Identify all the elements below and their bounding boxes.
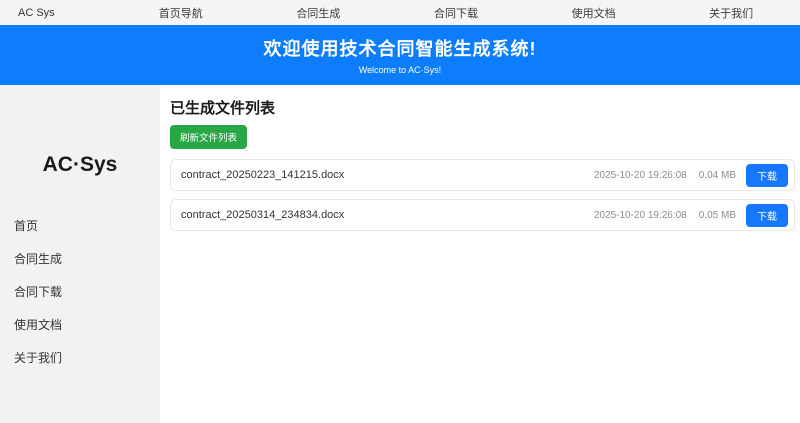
main-content: 已生成文件列表 刷新文件列表 contract_20250223_141215.… [160, 85, 800, 423]
banner-title: 欢迎使用技术合同智能生成系统! [263, 39, 537, 59]
file-row: contract_20250314_234834.docx 2025-10-20… [170, 199, 795, 231]
welcome-banner: 欢迎使用技术合同智能生成系统! Welcome to AC·Sys! [0, 25, 800, 85]
page-title: 已生成文件列表 [170, 100, 276, 117]
top-navbar: AC Sys 首页导航 合同生成 合同下载 使用文档 关于我们 [0, 0, 800, 25]
nav-item-download[interactable]: 合同下载 [387, 5, 525, 21]
file-name: contract_20250314_234834.docx [181, 209, 345, 221]
sidebar-logo: AC·Sys [42, 153, 118, 176]
navbar-brand[interactable]: AC Sys [0, 7, 112, 19]
file-row: contract_20250223_141215.docx 2025-10-20… [170, 159, 795, 191]
nav-item-docs[interactable]: 使用文档 [525, 5, 663, 21]
file-timestamp: 2025-10-20 19:26:08 [593, 169, 687, 181]
sidebar-item-generate[interactable]: 合同生成 [0, 242, 160, 275]
nav-item-generate[interactable]: 合同生成 [250, 5, 388, 21]
file-size: 0.05 MB [698, 209, 736, 221]
generated-file-list: contract_20250223_141215.docx 2025-10-20… [170, 159, 795, 231]
sidebar-menu: 首页 合同生成 合同下载 使用文档 关于我们 [0, 209, 160, 374]
file-size: 0.04 MB [698, 169, 736, 181]
content-layout: AC·Sys 首页 合同生成 合同下载 使用文档 关于我们 已生成文件列表 刷新… [0, 85, 800, 423]
banner-subtitle: Welcome to AC·Sys! [358, 65, 442, 75]
sidebar-item-about[interactable]: 关于我们 [0, 341, 160, 374]
download-button[interactable]: 下载 [746, 163, 788, 187]
nav-item-home[interactable]: 首页导航 [112, 5, 250, 21]
sidebar-item-download[interactable]: 合同下载 [0, 275, 160, 308]
file-name: contract_20250223_141215.docx [181, 169, 345, 181]
sidebar: AC·Sys 首页 合同生成 合同下载 使用文档 关于我们 [0, 85, 160, 423]
download-button[interactable]: 下载 [746, 203, 788, 227]
file-timestamp: 2025-10-20 19:26:08 [593, 209, 687, 221]
sidebar-item-home[interactable]: 首页 [0, 209, 160, 242]
sidebar-item-docs[interactable]: 使用文档 [0, 308, 160, 341]
nav-item-about[interactable]: 关于我们 [662, 5, 800, 21]
refresh-file-list-button[interactable]: 刷新文件列表 [170, 125, 248, 149]
